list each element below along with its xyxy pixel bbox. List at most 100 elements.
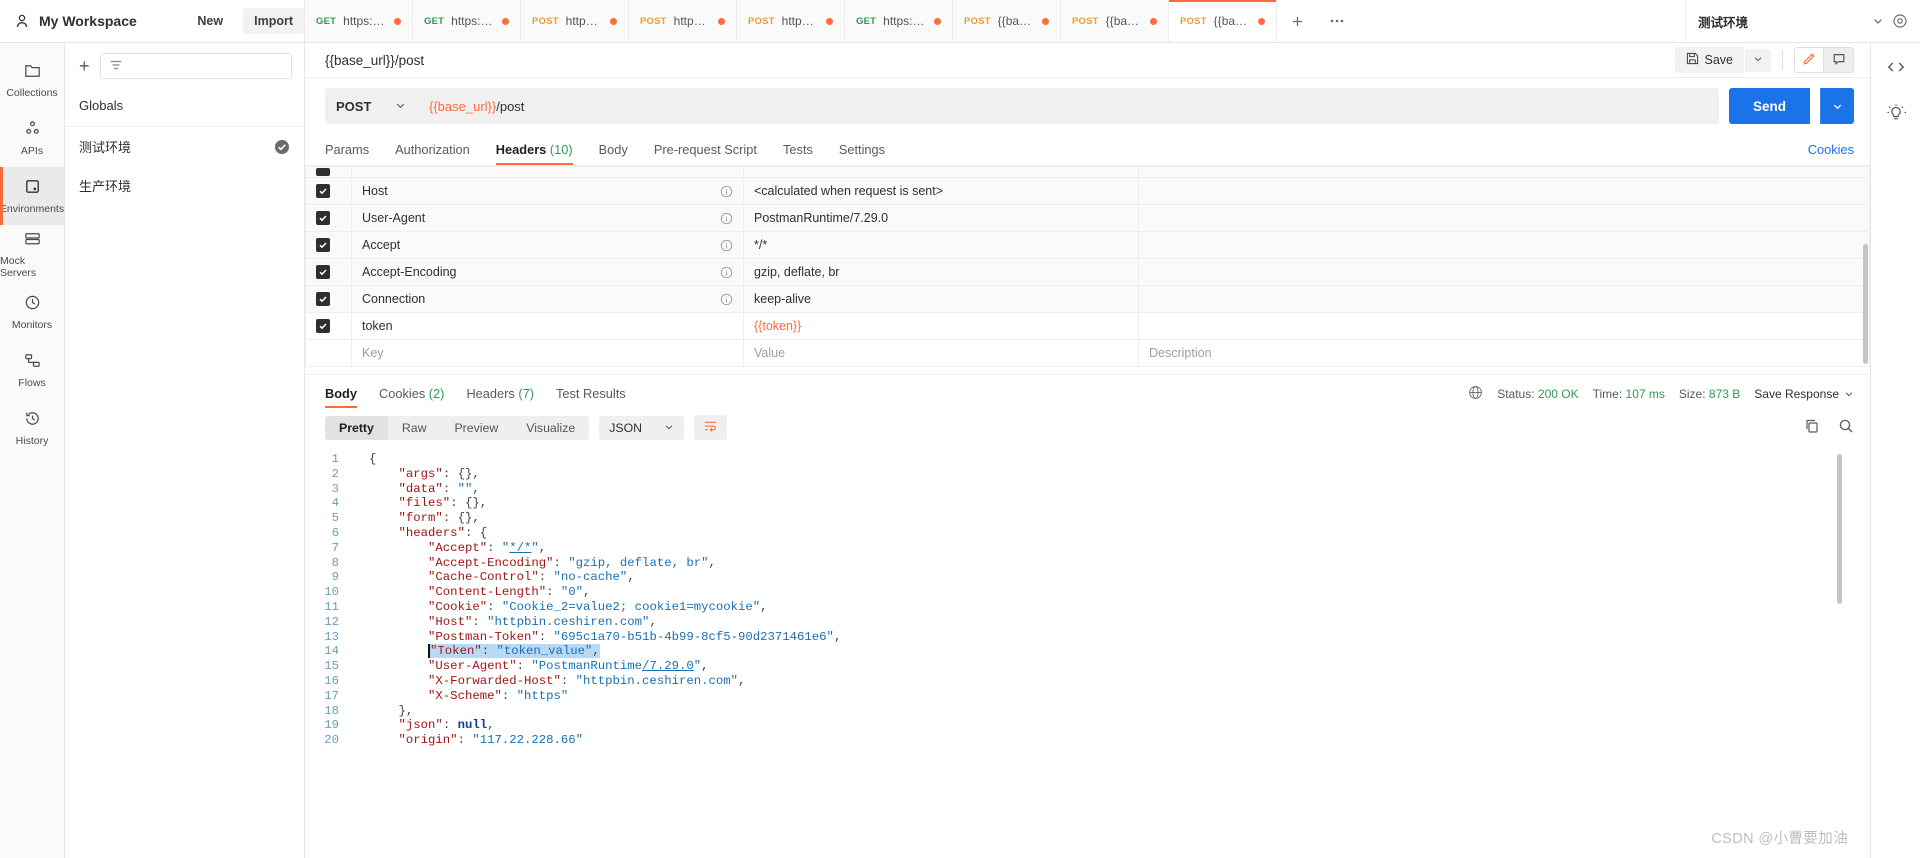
table-row[interactable]: Host <calculated when request is sent> xyxy=(305,177,1870,205)
tab-params[interactable]: Params xyxy=(325,142,369,165)
response-tab-body[interactable]: Body xyxy=(325,386,357,408)
request-tab[interactable]: GET https://ces… xyxy=(305,0,413,42)
edit-mode-button[interactable] xyxy=(1794,47,1824,73)
headers-scrollbar[interactable] xyxy=(1863,244,1868,364)
environment-selector[interactable]: 测试环境 xyxy=(1685,0,1920,42)
headers-table: Host <calculated when request is sent> U… xyxy=(305,166,1870,367)
tab-authorization[interactable]: Authorization xyxy=(395,142,470,165)
bulb-icon[interactable] xyxy=(1886,103,1906,123)
line-content: "Cookie": "Cookie_2=value2; cookie1=myco… xyxy=(428,599,768,614)
sidebar-item-label: Environments xyxy=(0,203,65,215)
tab-body[interactable]: Body xyxy=(599,142,628,165)
format-raw[interactable]: Raw xyxy=(387,415,441,440)
code-line: 3 "data": "", xyxy=(305,482,1870,497)
line-content: "User-Agent": "PostmanRuntime/7.29.0", xyxy=(428,659,709,674)
add-environment-button[interactable]: + xyxy=(79,57,90,75)
tab-headers[interactable]: Headers (10) xyxy=(495,142,573,165)
environment-list-item[interactable]: 生产环境 xyxy=(65,166,304,205)
response-tab-cookies-label: Cookies xyxy=(379,386,426,401)
url-input[interactable]: {{base_url}}/post xyxy=(417,88,1719,124)
response-body-code[interactable]: 1{2 "args": {}, 3 "data": "", 4 "files": {… xyxy=(305,446,1870,858)
request-tab[interactable]: POST https://ht… xyxy=(521,0,629,42)
response-tabs: Body Cookies (2) Headers (7) Test Result… xyxy=(305,375,1870,409)
environment-filter-input[interactable] xyxy=(99,53,292,79)
tab-tests[interactable]: Tests xyxy=(783,142,813,165)
row-checkbox[interactable] xyxy=(316,168,330,176)
comment-mode-button[interactable] xyxy=(1824,47,1854,73)
import-button[interactable]: Import xyxy=(243,8,304,34)
row-checkbox[interactable] xyxy=(316,184,330,198)
save-response-button[interactable]: Save Response xyxy=(1754,387,1854,401)
search-icon[interactable] xyxy=(1838,418,1854,437)
info-icon[interactable] xyxy=(720,266,733,279)
language-selector[interactable]: JSON xyxy=(599,415,685,440)
unsaved-dot-icon xyxy=(1042,17,1049,25)
sidebar-item-environments[interactable]: Environments xyxy=(0,167,64,225)
info-icon[interactable] xyxy=(720,212,733,225)
save-options-button[interactable] xyxy=(1745,48,1771,72)
request-tab[interactable]: POST {{base_ur… xyxy=(953,0,1061,42)
request-tab[interactable]: POST {{base_ur… xyxy=(1061,0,1169,42)
send-options-button[interactable] xyxy=(1820,88,1854,124)
table-row[interactable]: Accept-Encoding gzip, deflate, br xyxy=(305,258,1870,286)
response-tab-headers-label: Headers xyxy=(466,386,515,401)
row-checkbox[interactable] xyxy=(316,265,330,279)
format-preview[interactable]: Preview xyxy=(440,415,513,440)
word-wrap-button[interactable] xyxy=(694,415,728,440)
table-row[interactable]: token {{token}} xyxy=(305,312,1870,340)
new-tab-button[interactable] xyxy=(1277,0,1317,42)
check-circle-icon[interactable] xyxy=(274,139,290,155)
request-tab[interactable]: GET https://htt… xyxy=(845,0,953,42)
code-line: 20 "origin": "117.22.228.66" xyxy=(305,733,1870,748)
request-tab-active[interactable]: POST {{base_ur… xyxy=(1169,0,1277,42)
info-icon[interactable] xyxy=(720,185,733,198)
copy-icon[interactable] xyxy=(1804,418,1820,437)
environment-list-item[interactable]: 测试环境 xyxy=(65,127,304,166)
method-selector[interactable]: POST xyxy=(325,88,417,124)
table-row[interactable]: Connection keep-alive xyxy=(305,285,1870,313)
sidebar-item-history[interactable]: History xyxy=(0,399,64,457)
globals-label: Globals xyxy=(79,98,124,113)
response-tab-test-results[interactable]: Test Results xyxy=(556,386,626,408)
line-number: 9 xyxy=(331,570,339,585)
tab-pre-request-script[interactable]: Pre-request Script xyxy=(654,142,757,165)
row-checkbox[interactable] xyxy=(316,319,330,333)
cookies-link[interactable]: Cookies xyxy=(1808,142,1854,165)
response-tab-headers[interactable]: Headers (7) xyxy=(466,386,534,408)
unsaved-dot-icon xyxy=(502,17,509,25)
sidebar-item-label: Collections xyxy=(6,87,58,99)
tab-settings[interactable]: Settings xyxy=(839,142,885,165)
new-button[interactable]: New xyxy=(186,8,234,34)
sidebar-item-monitors[interactable]: Monitors xyxy=(0,283,64,341)
tab-method: GET xyxy=(316,15,337,27)
line-number: 1 xyxy=(331,452,339,466)
line-content: "data": "", xyxy=(398,481,480,496)
request-tab[interactable]: POST https://ht… xyxy=(629,0,737,42)
response-tab-cookies[interactable]: Cookies (2) xyxy=(379,386,444,408)
sidebar-item-mock-servers[interactable]: Mock Servers xyxy=(0,225,64,283)
table-row[interactable]: Accept */* xyxy=(305,231,1870,259)
sidebar-item-apis[interactable]: APIs xyxy=(0,109,64,167)
request-tab[interactable]: GET https://htt… xyxy=(413,0,521,42)
code-icon[interactable] xyxy=(1886,57,1906,77)
format-pretty[interactable]: Pretty xyxy=(325,415,388,440)
chevron-down-icon[interactable] xyxy=(1872,15,1884,27)
sidebar-item-collections[interactable]: Collections xyxy=(0,51,64,109)
format-visualize[interactable]: Visualize xyxy=(512,415,590,440)
row-checkbox[interactable] xyxy=(316,292,330,306)
table-row-empty[interactable]: Key Value Description xyxy=(305,339,1870,367)
environment-item-label: 生产环境 xyxy=(79,179,132,194)
send-button[interactable]: Send xyxy=(1728,88,1810,124)
sidebar-item-globals[interactable]: Globals xyxy=(65,88,304,127)
info-icon[interactable] xyxy=(720,239,733,252)
info-icon[interactable] xyxy=(720,293,733,306)
save-button[interactable]: Save xyxy=(1674,47,1744,73)
request-tab[interactable]: POST https://ht… xyxy=(737,0,845,42)
sidebar-item-flows[interactable]: Flows xyxy=(0,341,64,399)
eye-icon[interactable] xyxy=(1892,13,1908,29)
table-row[interactable]: User-Agent PostmanRuntime/7.29.0 xyxy=(305,204,1870,232)
tab-options-button[interactable] xyxy=(1317,0,1357,42)
code-scrollbar[interactable] xyxy=(1837,454,1842,604)
row-checkbox[interactable] xyxy=(316,211,330,225)
row-checkbox[interactable] xyxy=(316,238,330,252)
